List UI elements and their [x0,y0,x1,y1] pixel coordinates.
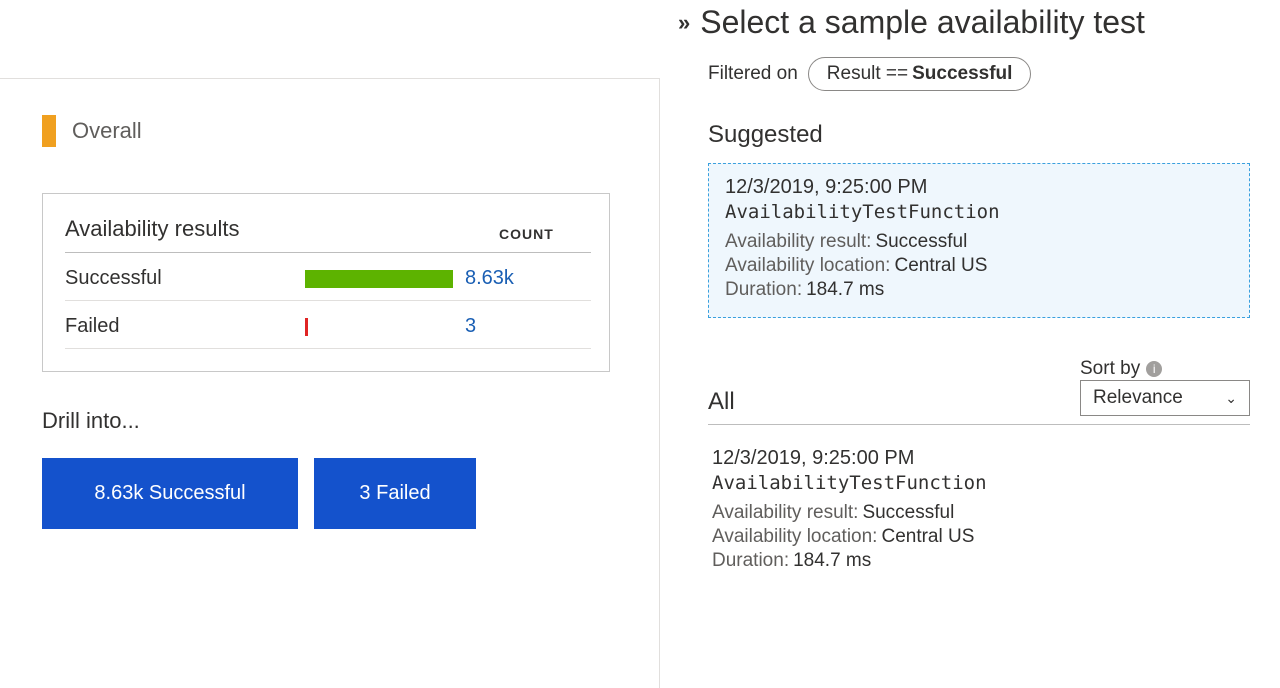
card-timestamp: 12/3/2019, 9:25:00 PM [712,447,1250,470]
filter-prefix: Result == [827,63,908,85]
collapse-icon[interactable]: » [678,12,690,34]
drill-failed-button[interactable]: 3 Failed [314,458,476,529]
drill-into-label: Drill into... [42,408,659,434]
card-value: Successful [875,231,967,252]
card-key: Duration: [725,279,802,300]
sort-label-row: Sort by i [1080,358,1162,380]
table-row[interactable]: Successful 8.63k [65,253,591,301]
filter-value: Successful [912,63,1012,85]
card-line: Availability result:Successful [712,502,1250,524]
right-header: » Select a sample availability test [678,4,1250,57]
card-line: Duration:184.7 ms [725,279,1233,301]
card-key: Availability location: [725,255,890,276]
card-key: Availability result: [725,231,871,252]
card-value: 184.7 ms [806,279,884,300]
card-value: Central US [881,526,974,547]
sort-block: Sort by i Relevance ⌄ [1080,358,1250,416]
results-title: Availability results [65,216,499,242]
left-panel: Overall Availability results COUNT Succe… [0,78,660,688]
filter-row: Filtered on Result == Successful [708,57,1250,91]
all-header-row: All Sort by i Relevance ⌄ [708,358,1250,425]
card-value: 184.7 ms [793,550,871,571]
filter-label: Filtered on [708,63,798,85]
availability-results-box: Availability results COUNT Successful 8.… [42,193,610,372]
suggested-title: Suggested [708,121,1250,149]
card-line: Duration:184.7 ms [712,550,1250,572]
result-count: 3 [465,315,557,338]
panel-title: Select a sample availability test [700,4,1250,41]
sort-select[interactable]: Relevance ⌄ [1080,380,1250,416]
all-title: All [708,388,735,416]
card-function-name: AvailabilityTestFunction [712,472,1250,494]
sort-by-label: Sort by [1080,358,1140,380]
overall-marker-icon [42,115,56,147]
sort-value: Relevance [1093,387,1183,409]
all-card[interactable]: 12/3/2019, 9:25:00 PM AvailabilityTestFu… [708,439,1250,572]
result-count: 8.63k [465,267,557,290]
table-row[interactable]: Failed 3 [65,301,591,349]
card-line: Availability location:Central US [725,255,1233,277]
results-title-row: Availability results COUNT [65,216,591,253]
suggested-card[interactable]: 12/3/2019, 9:25:00 PM AvailabilityTestFu… [708,163,1250,318]
drill-buttons: 8.63k Successful 3 Failed [42,458,659,529]
result-bar-icon [305,318,308,336]
overall-label: Overall [72,118,142,144]
result-bar-icon [305,270,453,288]
filter-pill[interactable]: Result == Successful [808,57,1032,91]
card-function-name: AvailabilityTestFunction [725,201,1233,223]
card-timestamp: 12/3/2019, 9:25:00 PM [725,176,1233,199]
card-key: Duration: [712,550,789,571]
right-panel: » Select a sample availability test Filt… [660,0,1280,688]
result-bar-cell [305,270,465,288]
count-column-header: COUNT [499,226,591,242]
card-line: Availability location:Central US [712,526,1250,548]
overall-header: Overall [42,115,659,147]
card-value: Central US [894,255,987,276]
chevron-down-icon: ⌄ [1225,390,1237,407]
info-icon[interactable]: i [1146,361,1162,377]
card-line: Availability result:Successful [725,231,1233,253]
card-key: Availability result: [712,502,858,523]
card-key: Availability location: [712,526,877,547]
drill-successful-button[interactable]: 8.63k Successful [42,458,298,529]
result-name: Failed [65,315,305,338]
result-name: Successful [65,267,305,290]
card-value: Successful [862,502,954,523]
result-bar-cell [305,318,465,336]
